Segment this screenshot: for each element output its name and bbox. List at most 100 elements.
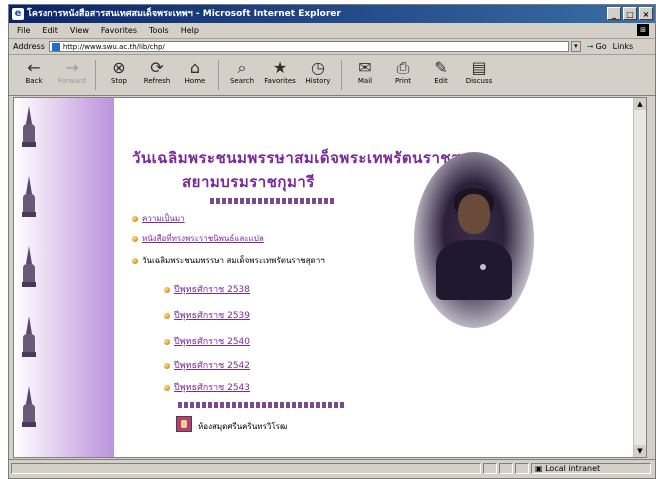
- toolbar-stop-button[interactable]: ⊗ Stop: [100, 55, 138, 86]
- link-year-2543[interactable]: ปีพุทธศักราช 2543: [164, 380, 250, 394]
- divider: [178, 402, 344, 408]
- toolbar-label: Home: [184, 77, 206, 85]
- scroll-up-icon[interactable]: ▲: [634, 98, 646, 110]
- edit-icon: ✎: [434, 58, 448, 77]
- toolbar-separator: [341, 60, 342, 90]
- toolbar-discuss-button[interactable]: ▤ Discuss: [460, 55, 498, 86]
- bullet-icon: [164, 362, 170, 369]
- page-icon: [51, 42, 60, 51]
- toolbar-history-button[interactable]: ◷ History: [299, 55, 337, 86]
- window-controls: _ □ ×: [607, 7, 653, 20]
- link-year-2540[interactable]: ปีพุทธศักราช 2540: [164, 334, 250, 348]
- bullet-icon: [132, 215, 138, 222]
- window-title: โครงการหนังสือสารสนเทศสมเด็จพระเทพฯ - Mi…: [27, 9, 341, 19]
- toolbar-label: Discuss: [465, 77, 493, 85]
- menu-file[interactable]: File: [17, 26, 30, 35]
- link-royal-writings[interactable]: หนังสือที่ทรงพระราชนิพนธ์และแปล: [132, 232, 264, 245]
- forward-arrow-icon: →: [65, 58, 79, 77]
- vertical-scrollbar[interactable]: ▲ ▼: [633, 98, 646, 457]
- page-content: วันเฉลิมพระชนมพรรษาสมเด็จพระเทพรัตนราชสุ…: [13, 97, 647, 458]
- toolbar-mail-button[interactable]: ✉ Mail: [346, 55, 384, 86]
- section-label: วันเฉลิมพระชนมพรรษา สมเด็จพระเทพรัตนราชส…: [132, 254, 325, 267]
- status-lock: [499, 463, 513, 474]
- thai-ornament-icon: [22, 176, 36, 234]
- toolbar-print-button[interactable]: ⎙ Print: [384, 55, 422, 86]
- intranet-zone-icon: ▣: [535, 464, 546, 473]
- search-icon: ⌕: [237, 58, 247, 77]
- thai-ornament-icon: [22, 316, 36, 374]
- menu-edit[interactable]: Edit: [42, 26, 58, 35]
- menu-tools[interactable]: Tools: [149, 26, 169, 35]
- address-label: Address: [13, 42, 45, 51]
- history-icon: ◷: [311, 58, 325, 77]
- go-button[interactable]: → Go: [587, 42, 607, 51]
- toolbar-label: Mail: [357, 77, 373, 85]
- standard-toolbar: ← Back → Forward ⊗ Stop ⟳ Refresh ⌂ Home ⌕ Search ★ F…: [9, 55, 655, 96]
- print-icon: ⎙: [396, 58, 410, 77]
- status-progress: [483, 463, 497, 474]
- bullet-icon: [164, 384, 170, 391]
- stop-icon: ⊗: [112, 58, 126, 77]
- divider: [210, 198, 336, 204]
- toolbar-home-button[interactable]: ⌂ Home: [176, 55, 214, 86]
- security-zone: ▣ Local intranet: [531, 463, 651, 474]
- decorative-sidebar: [14, 98, 114, 457]
- address-input[interactable]: http://www.swu.ac.th/lib/chp/: [48, 41, 569, 52]
- link-year-2538[interactable]: ปีพุทธศักราช 2538: [164, 282, 250, 296]
- back-arrow-icon: ←: [27, 58, 41, 77]
- toolbar-favorites-button[interactable]: ★ Favorites: [261, 55, 299, 86]
- thai-ornament-icon: [22, 106, 36, 164]
- internet-explorer-icon: e: [12, 8, 24, 20]
- toolbar-separator: [95, 60, 96, 90]
- address-bar: Address http://www.swu.ac.th/lib/chp/ ▾ …: [9, 39, 655, 55]
- toolbar-label: Stop: [111, 77, 127, 85]
- address-url: http://www.swu.ac.th/lib/chp/: [62, 42, 165, 51]
- go-label: Go: [595, 42, 607, 51]
- browser-window: e โครงการหนังสือสารสนเทศสมเด็จพระเทพฯ - …: [8, 4, 656, 479]
- toolbar-label: Refresh: [143, 77, 171, 85]
- toolbar-back-button[interactable]: ← Back: [15, 55, 53, 86]
- close-button[interactable]: ×: [639, 7, 653, 20]
- toolbar-refresh-button[interactable]: ⟳ Refresh: [138, 55, 176, 86]
- portrait-image: [414, 152, 534, 328]
- status-privacy: [515, 463, 529, 474]
- bullet-icon: [164, 338, 170, 345]
- thai-ornament-icon: [22, 386, 36, 444]
- title-bar[interactable]: e โครงการหนังสือสารสนเทศสมเด็จพระเทพฯ - …: [9, 5, 655, 23]
- discuss-icon: ▤: [471, 58, 487, 77]
- scroll-down-icon[interactable]: ▼: [634, 445, 646, 457]
- toolbar-label: Search: [229, 77, 255, 85]
- favorites-icon: ★: [272, 58, 288, 77]
- refresh-icon: ⟳: [150, 58, 164, 77]
- link-history[interactable]: ความเป็นมา: [132, 212, 185, 225]
- link-year-2542[interactable]: ปีพุทธศักราช 2542: [164, 358, 250, 372]
- go-arrow-icon: →: [586, 42, 594, 51]
- page-title: วันเฉลิมพระชนมพรรษาสมเด็จพระเทพรัตนราชสุ…: [132, 149, 489, 167]
- menu-help[interactable]: Help: [181, 26, 199, 35]
- page-subtitle: สยามบรมราชกุมารี: [182, 173, 315, 191]
- toolbar-label: History: [305, 77, 331, 85]
- toolbar-label: Print: [394, 77, 412, 85]
- bullet-icon: [164, 312, 170, 319]
- footer-link[interactable]: ห้องสมุดศรีนครินทรวิโรฒ: [198, 420, 287, 433]
- menu-favorites[interactable]: Favorites: [101, 26, 137, 35]
- toolbar-label: Favorites: [264, 77, 296, 85]
- menu-bar: File Edit View Favorites Tools Help ⊞: [9, 23, 655, 39]
- links-button[interactable]: Links: [613, 42, 634, 51]
- toolbar-label: Forward: [57, 77, 87, 85]
- bullet-icon: [132, 257, 138, 264]
- menu-view[interactable]: View: [70, 26, 89, 35]
- mail-icon: ✉: [358, 58, 372, 77]
- toolbar-forward-button[interactable]: → Forward: [53, 55, 91, 86]
- toolbar-separator: [218, 60, 219, 90]
- toolbar-search-button[interactable]: ⌕ Search: [223, 55, 261, 86]
- link-year-2539[interactable]: ปีพุทธศักราช 2539: [164, 308, 250, 322]
- maximize-button[interactable]: □: [623, 7, 637, 20]
- bullet-icon: [132, 235, 138, 242]
- status-bar: ▣ Local intranet: [9, 459, 655, 478]
- status-text: [11, 463, 481, 474]
- minimize-button[interactable]: _: [607, 7, 621, 20]
- toolbar-edit-button[interactable]: ✎ Edit: [422, 55, 460, 86]
- address-dropdown-button[interactable]: ▾: [570, 41, 581, 52]
- library-logo-icon[interactable]: [176, 416, 192, 432]
